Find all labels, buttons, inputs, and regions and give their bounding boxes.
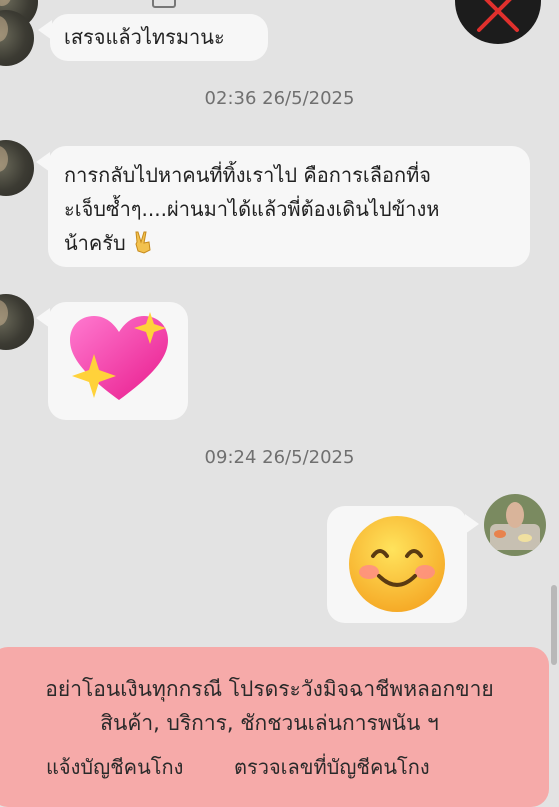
own-message-bubble[interactable] bbox=[327, 506, 479, 623]
message-bubble[interactable]: เสรจแล้วไทรมานะ bbox=[38, 14, 268, 61]
report-scam-account-link[interactable]: แจ้งบัญชีคนโกง bbox=[46, 751, 183, 783]
message-text-line: ะเจ็บซ้ำๆ....ผ่านมาได้แล้วพี่ต้องเดินไปข… bbox=[64, 197, 440, 221]
timestamp: 02:36 26/5/2025 bbox=[204, 88, 355, 109]
attachment-icon bbox=[152, 0, 176, 8]
message-text-line: การกลับไปหาคนที่ทิ้งเราไป คือการเลือกที่… bbox=[64, 163, 432, 187]
timestamp: 09:24 26/5/2025 bbox=[204, 447, 355, 468]
contact-avatar[interactable] bbox=[0, 294, 34, 350]
sparkling-heart-emoji bbox=[70, 312, 168, 400]
message-bubble[interactable] bbox=[36, 302, 188, 420]
check-scam-account-link[interactable]: ตรวจเลขที่บัญชีคนโกง bbox=[234, 751, 430, 783]
own-avatar[interactable] bbox=[484, 494, 546, 556]
contact-avatar[interactable] bbox=[0, 140, 34, 196]
smiling-face-emoji bbox=[349, 516, 445, 612]
message-bubble[interactable]: การกลับไปหาคนที่ทิ้งเราไป คือการเลือกที่… bbox=[36, 146, 530, 267]
victory-hand-icon bbox=[135, 231, 151, 254]
scrollbar[interactable] bbox=[551, 585, 557, 665]
warning-text-line: สินค้า, บริการ, ชักชวนเล่นการพนัน ฯ bbox=[100, 711, 439, 735]
message-text-line: น้าครับ bbox=[64, 231, 126, 255]
message-text: เสรจแล้วไทรมานะ bbox=[64, 25, 225, 49]
warning-text-line: อย่าโอนเงินทุกกรณี โปรดระวังมิจฉาชีพหลอก… bbox=[45, 677, 494, 701]
close-icon bbox=[477, 0, 519, 32]
fraud-warning-banner: อย่าโอนเงินทุกกรณี โปรดระวังมิจฉาชีพหลอก… bbox=[0, 647, 549, 807]
close-button[interactable] bbox=[455, 0, 541, 44]
